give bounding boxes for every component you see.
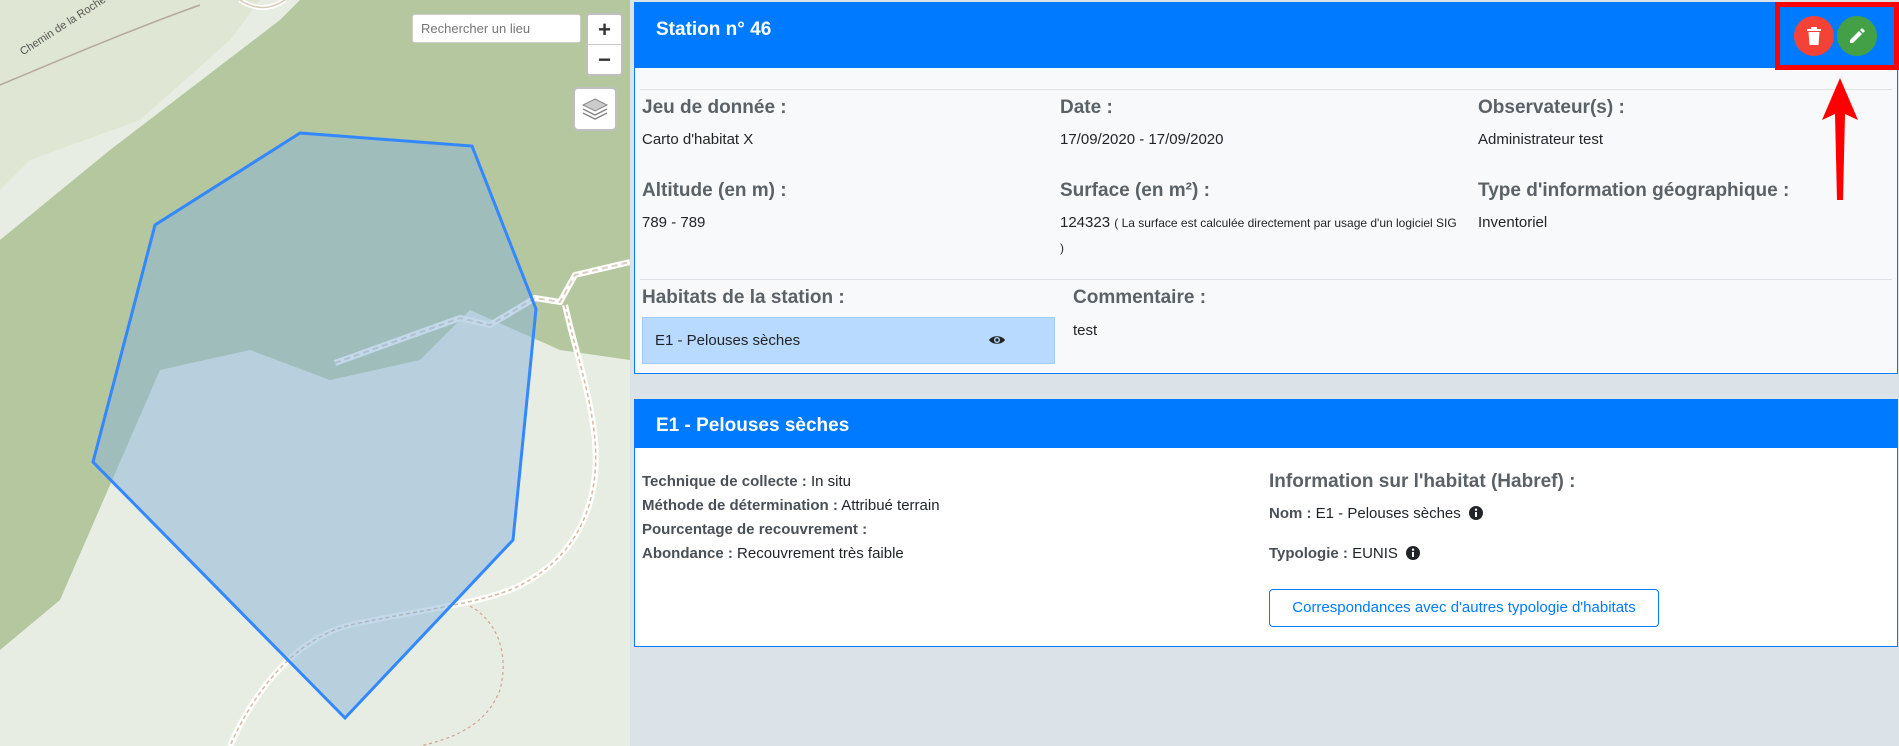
habitat-title: E1 - Pelouses sèches	[656, 415, 850, 436]
date-value: 17/09/2020 - 17/09/2020	[1060, 131, 1224, 148]
date-label: Date :	[1060, 97, 1113, 118]
technique-row: Technique de collecte : In situ	[642, 473, 851, 490]
observers-label: Observateur(s) :	[1478, 97, 1625, 118]
station-card-header: Station n° 46	[635, 3, 1897, 68]
zoom-out-button[interactable]: −	[588, 44, 621, 74]
info-icon[interactable]	[1406, 546, 1421, 560]
surface-number: 124323	[1060, 214, 1111, 231]
station-title: Station n° 46	[656, 19, 772, 40]
observers-value: Administrateur test	[1478, 131, 1604, 148]
habitats-label: Habitats de la station :	[642, 287, 845, 308]
surface-note-end: )	[1060, 241, 1064, 255]
method-row: Méthode de détermination : Attribué terr…	[642, 497, 940, 514]
comment-label: Commentaire :	[1073, 287, 1207, 308]
coverage-label: Pourcentage de recouvrement :	[642, 521, 868, 538]
zoom-in-button[interactable]: +	[588, 15, 621, 44]
altitude-value: 789 - 789	[642, 214, 706, 231]
station-polygon[interactable]	[91, 131, 538, 721]
map[interactable]: Chemin de la Roche + −	[0, 0, 630, 746]
surface-label: Surface (en m²) :	[1060, 180, 1210, 201]
method-label: Méthode de détermination :	[642, 497, 838, 514]
habref-typology-label: Typologie :	[1269, 545, 1348, 562]
surface-value: 124323 ( La surface est calculée directe…	[1060, 214, 1457, 231]
method-value: Attribué terrain	[841, 497, 940, 514]
habref-info-title: Information sur l'habitat (Habref) :	[1269, 471, 1576, 492]
divider	[640, 89, 1892, 90]
abundance-row: Abondance : Recouvrement très faible	[642, 545, 904, 562]
dataset-value: Carto d'habitat X	[642, 131, 754, 148]
comment-value: test	[1073, 322, 1098, 339]
red-arrow-icon	[1822, 78, 1858, 200]
abundance-value: Recouvrement très faible	[737, 545, 904, 562]
altitude-label: Altitude (en m) :	[642, 180, 787, 201]
habref-typology-row: Typologie : EUNIS	[1269, 545, 1421, 562]
technique-label: Technique de collecte :	[642, 473, 807, 490]
habref-name-label: Nom :	[1269, 505, 1312, 522]
technique-value: In situ	[810, 473, 851, 490]
habitat-list-item[interactable]: E1 - Pelouses sèches	[642, 317, 1055, 364]
abundance-label: Abondance :	[642, 545, 733, 562]
geo-type-value: Inventoriel	[1478, 214, 1548, 231]
divider	[640, 279, 1892, 280]
surface-note: ( La surface est calculée directement pa…	[1114, 216, 1457, 230]
dataset-label: Jeu de donnée :	[642, 97, 787, 118]
habref-name-value: E1 - Pelouses sèches	[1315, 505, 1461, 522]
map-search-input[interactable]	[412, 14, 581, 43]
habitat-card-header: E1 - Pelouses sèches	[635, 400, 1897, 448]
layers-icon	[581, 98, 609, 120]
zoom-control: + −	[586, 13, 623, 76]
habref-typology-value: EUNIS	[1352, 545, 1398, 562]
geo-type-label: Type d'information géographique :	[1478, 180, 1790, 201]
map-canvas[interactable]	[0, 0, 630, 746]
eye-icon[interactable]	[988, 333, 1006, 347]
info-icon[interactable]	[1468, 506, 1483, 520]
highlight-box	[1775, 2, 1899, 70]
correspondence-button[interactable]: Correspondances avec d'autres typologie …	[1269, 589, 1659, 627]
coverage-row: Pourcentage de recouvrement :	[642, 521, 867, 538]
habref-name-row: Nom : E1 - Pelouses sèches	[1269, 505, 1483, 522]
layers-button[interactable]	[573, 87, 617, 131]
habitat-item-label: E1 - Pelouses sèches	[655, 332, 801, 349]
